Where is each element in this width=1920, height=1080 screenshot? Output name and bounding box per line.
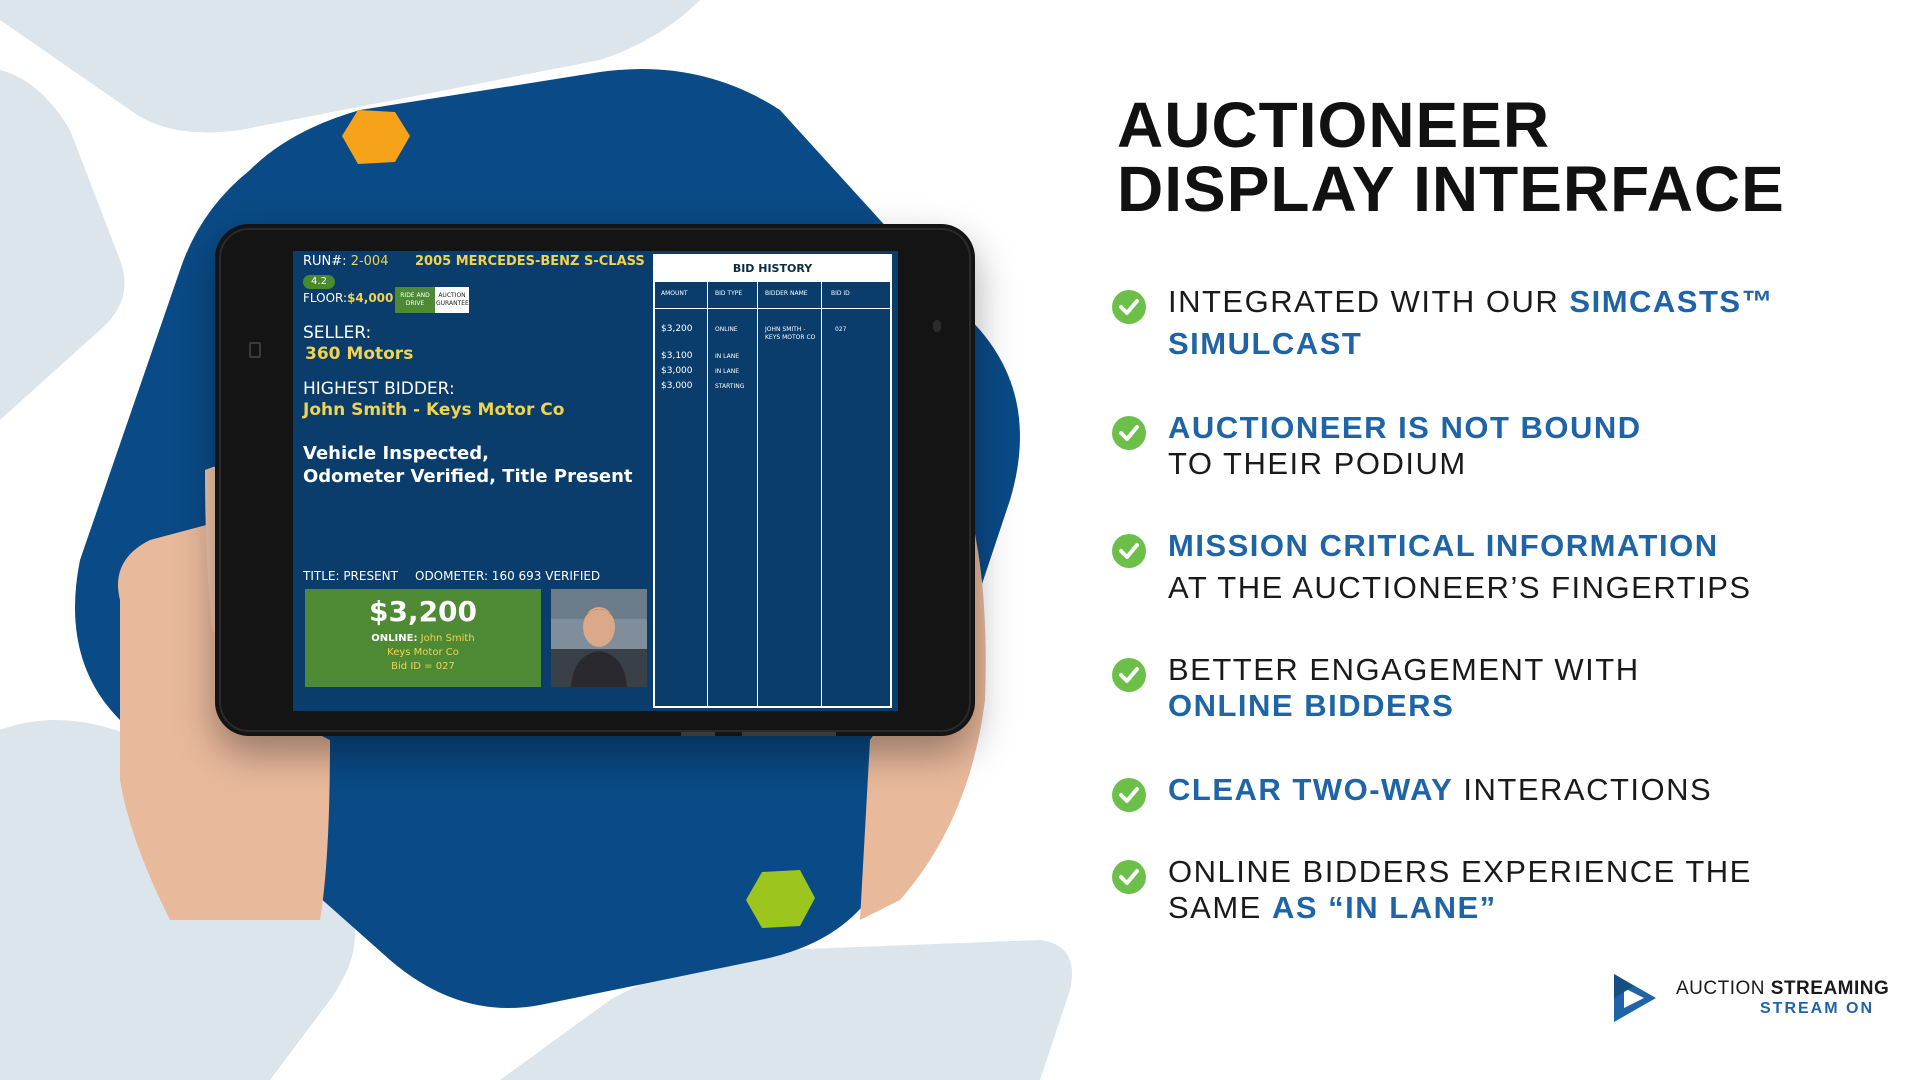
feature-line: ONLINE BIDDERS EXPERIENCE THE (1168, 854, 1752, 890)
header-bid-id: BID ID (831, 290, 850, 297)
feature-highlight: SIMULCAST (1168, 326, 1363, 361)
online-label: ONLINE: (371, 633, 418, 644)
run-row: RUN#: 2-004 (303, 254, 388, 269)
check-icon (1112, 534, 1146, 568)
feature-line: CLEAR TWO-WAY INTERACTIONS (1168, 772, 1712, 808)
feature-line: MISSION CRITICAL INFORMATION (1168, 528, 1752, 564)
feature-highlight: ONLINE BIDDERS (1168, 688, 1455, 723)
header-bid-type: BID TYPE (715, 290, 743, 297)
feature-item: BETTER ENGAGEMENT WITH ONLINE BIDDERS (1112, 652, 1640, 724)
feature-highlight: SIMCASTS™ (1569, 284, 1775, 319)
feature-item: MISSION CRITICAL INFORMATION AT THE AUCT… (1112, 528, 1752, 606)
run-label: RUN#: (303, 254, 347, 269)
feature-text: ONLINE BIDDERS EXPERIENCE THE (1168, 854, 1752, 889)
table-row-amount: $3,000 (661, 366, 693, 376)
feature-text: BETTER ENGAGEMENT WITH (1168, 652, 1640, 687)
highest-bidder-name: John Smith - Keys Motor Co (303, 400, 565, 420)
table-row-id: 027 (835, 326, 847, 333)
seller-name: 360 Motors (305, 344, 414, 364)
run-number: 2-004 (350, 254, 389, 269)
brand-tagline: STREAM ON (1760, 1000, 1874, 1017)
bid-id: Bid ID = 027 (391, 661, 455, 672)
feature-highlight: MISSION CRITICAL INFORMATION (1168, 528, 1719, 563)
table-row-bidder: KEYS MOTOR CO (765, 334, 816, 341)
table-row-bidder: JOHN SMITH - (765, 326, 806, 333)
table-row-amount: $3,000 (661, 381, 693, 391)
feature-line: INTEGRATED WITH OUR SIMCASTS™ (1168, 284, 1774, 320)
feature-line: BETTER ENGAGEMENT WITH (1168, 652, 1640, 688)
bid-history-title: BID HISTORY (655, 256, 890, 282)
table-row-type: IN LANE (715, 368, 740, 375)
brand-name: AUCTION STREAMING (1676, 978, 1889, 1000)
feature-text: TO THEIR PODIUM (1168, 446, 1467, 481)
auction-streaming-logo-icon (1614, 974, 1656, 1022)
table-row-type: STARTING (715, 383, 745, 390)
slide: RUN#: 2-004 2005 MERCEDES-BENZ S-CLASS 4… (0, 0, 1920, 1080)
sensor-icon (933, 320, 941, 332)
header-divider (655, 308, 890, 309)
current-bid-box: $3,200 ONLINE: John Smith Keys Motor Co … (305, 589, 541, 687)
brand-name-a: AUCTION (1676, 978, 1771, 999)
floor-row: FLOOR:$4,000 (303, 291, 393, 305)
bidder-photo (551, 589, 647, 687)
feature-highlight: AS “IN LANE” (1271, 890, 1497, 925)
table-row-type: ONLINE (715, 326, 738, 333)
online-company: Keys Motor Co (387, 647, 459, 658)
check-icon (1112, 778, 1146, 812)
floor-value: $4,000 (347, 291, 394, 305)
auction-guarantee-tag: AUCTION GURANTEE (435, 287, 469, 313)
tablet-button (742, 732, 836, 736)
check-icon (1112, 658, 1146, 692)
feature-item: AUCTIONEER IS NOT BOUND TO THEIR PODIUM (1112, 410, 1642, 482)
condition-grade-badge: 4.2 (303, 275, 335, 289)
feature-item: INTEGRATED WITH OUR SIMCASTS™ SIMULCAST (1112, 284, 1774, 362)
column-divider (707, 282, 758, 706)
feature-line: SAME AS “IN LANE” (1168, 890, 1752, 926)
odometer-status: ODOMETER: 160 693 VERIFIED (415, 569, 601, 583)
table-row-amount: $3,200 (661, 324, 693, 334)
auctioneer-screen: RUN#: 2-004 2005 MERCEDES-BENZ S-CLASS 4… (293, 251, 898, 711)
camera-icon (249, 342, 261, 358)
brand-name-b: STREAMING (1770, 978, 1890, 999)
heading-line-2: DISPLAY INTERFACE (1117, 153, 1785, 225)
check-icon (1112, 860, 1146, 894)
check-icon (1112, 416, 1146, 450)
seller-label: SELLER: (303, 323, 372, 343)
ride-and-drive-tag: RIDE AND DRIVE (395, 287, 435, 313)
column-divider (655, 282, 708, 706)
online-name: John Smith (420, 633, 475, 644)
feature-line: AT THE AUCTIONEER’S FINGERTIPS (1168, 570, 1752, 606)
highest-bidder-label: HIGHEST BIDDER: (303, 379, 455, 399)
feature-line: TO THEIR PODIUM (1168, 446, 1642, 482)
feature-item: CLEAR TWO-WAY INTERACTIONS (1112, 772, 1712, 812)
notes-line-2: Odometer Verified, Title Present (303, 466, 633, 487)
feature-line: AUCTIONEER IS NOT BOUND (1168, 410, 1642, 446)
feature-text: SAME (1168, 890, 1272, 925)
feature-text: INTEGRATED WITH OUR (1168, 284, 1570, 319)
feature-line: ONLINE BIDDERS (1168, 688, 1640, 724)
vehicle-name: 2005 MERCEDES-BENZ S-CLASS (415, 254, 645, 269)
table-row-type: IN LANE (715, 353, 740, 360)
tablet-button (681, 732, 715, 736)
current-bid-amount: $3,200 (368, 595, 478, 628)
title-status: TITLE: PRESENT (303, 569, 398, 583)
feature-item: ONLINE BIDDERS EXPERIENCE THE SAME AS “I… (1112, 854, 1752, 926)
tablet: RUN#: 2-004 2005 MERCEDES-BENZ S-CLASS 4… (215, 224, 975, 736)
heading-line-1: AUCTIONEER (1117, 89, 1551, 161)
bid-history-panel: BID HISTORY AMOUNT BID TYPE BIDDER NAME … (653, 254, 892, 708)
feature-line: SIMULCAST (1168, 326, 1774, 362)
feature-text: INTERACTIONS (1453, 772, 1713, 807)
header-bidder-name: BIDDER NAME (765, 290, 808, 297)
floor-label: FLOOR: (303, 291, 348, 305)
feature-highlight: CLEAR TWO-WAY (1168, 772, 1454, 807)
table-row-amount: $3,100 (661, 351, 693, 361)
feature-text: AT THE AUCTIONEER’S FINGERTIPS (1168, 570, 1752, 605)
column-divider (757, 282, 822, 706)
notes-line-1: Vehicle Inspected, (303, 443, 489, 464)
check-icon (1112, 290, 1146, 324)
feature-highlight: AUCTIONEER IS NOT BOUND (1168, 410, 1642, 445)
online-bidder: ONLINE: John Smith (305, 633, 541, 644)
header-amount: AMOUNT (661, 290, 688, 297)
